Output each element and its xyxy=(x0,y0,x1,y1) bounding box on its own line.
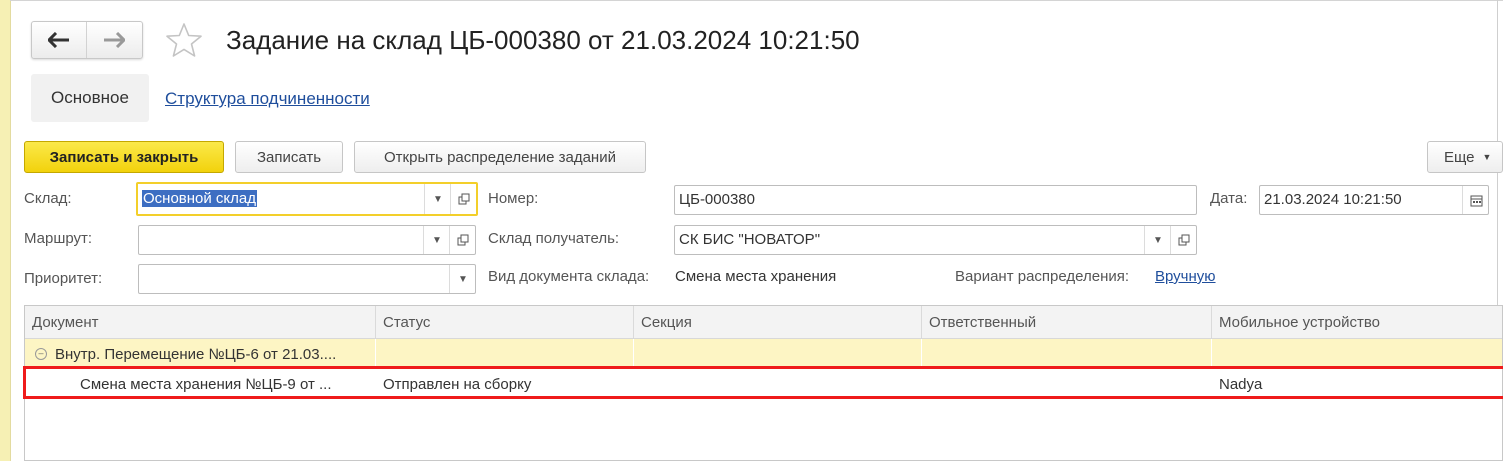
date-value: 21.03.2024 10:21:50 xyxy=(1264,191,1402,208)
red-highlight-frame xyxy=(23,366,1503,399)
distribution-label: Вариант распределения: xyxy=(955,268,1130,285)
recipient-warehouse-value: СК БИС "НОВАТОР" xyxy=(679,231,821,248)
priority-field[interactable]: ▼ xyxy=(138,264,476,294)
column-header-status[interactable]: Статус xyxy=(376,306,634,338)
arrow-left-icon xyxy=(48,32,69,48)
distribution-link[interactable]: Вручную xyxy=(1155,268,1216,285)
recipient-warehouse-field[interactable]: СК БИС "НОВАТОР" ▼ xyxy=(674,225,1197,255)
forward-button[interactable] xyxy=(86,22,141,58)
recipient-warehouse-label: Склад получатель: xyxy=(488,230,620,247)
chevron-down-icon: ▼ xyxy=(1153,234,1163,246)
warehouse-dropdown-button[interactable]: ▼ xyxy=(424,184,451,214)
calendar-icon xyxy=(1470,195,1482,206)
column-header-responsible[interactable]: Ответственный xyxy=(922,306,1212,338)
page-title: Задание на склад ЦБ-000380 от 21.03.2024… xyxy=(226,25,860,55)
route-open-button[interactable] xyxy=(449,226,476,254)
top-border xyxy=(10,0,1503,1)
row-status-cell xyxy=(376,339,634,369)
column-header-mobile-device[interactable]: Мобильное устройство xyxy=(1212,306,1503,338)
calendar-button[interactable] xyxy=(1462,186,1489,214)
date-field[interactable]: 21.03.2024 10:21:50 xyxy=(1259,185,1489,215)
warehouse-value: Основной склад xyxy=(142,190,258,207)
arrow-right-icon xyxy=(104,32,125,48)
priority-label: Приоритет: xyxy=(24,270,103,287)
open-copy-icon xyxy=(457,234,469,246)
route-field[interactable]: ▼ xyxy=(138,225,476,255)
number-label: Номер: xyxy=(488,190,539,207)
warehouse-open-button[interactable] xyxy=(450,184,477,214)
collapse-icon[interactable]: – xyxy=(35,348,47,360)
column-header-document[interactable]: Документ xyxy=(25,306,376,338)
tab-main[interactable]: Основное xyxy=(31,74,149,122)
star-icon xyxy=(166,23,202,57)
column-header-section[interactable]: Секция xyxy=(634,306,922,338)
row-device-cell xyxy=(1212,339,1503,369)
back-button[interactable] xyxy=(32,22,86,58)
document-type-label: Вид документа склада: xyxy=(488,268,650,285)
table-row-group[interactable]: – Внутр. Перемещение №ЦБ-6 от 21.03.... xyxy=(25,339,1502,369)
table-header: Документ Статус Секция Ответственный Моб… xyxy=(25,306,1502,339)
row-document-text: Внутр. Перемещение №ЦБ-6 от 21.03.... xyxy=(55,345,337,363)
date-label: Дата: xyxy=(1210,190,1248,207)
open-copy-icon xyxy=(1178,234,1190,246)
warehouse-field[interactable]: Основной склад ▼ xyxy=(136,182,478,216)
chevron-down-icon: ▼ xyxy=(458,273,468,285)
warehouse-label: Склад: xyxy=(24,190,72,207)
open-distribution-button[interactable]: Открыть распределение заданий xyxy=(354,141,646,173)
tab-subordination-structure[interactable]: Структура подчиненности xyxy=(165,89,370,109)
number-field[interactable]: ЦБ-000380 xyxy=(674,185,1197,215)
row-document-cell: – Внутр. Перемещение №ЦБ-6 от 21.03.... xyxy=(25,339,376,369)
chevron-down-icon: ▼ xyxy=(432,234,442,246)
route-label: Маршрут: xyxy=(24,230,93,247)
row-responsible-cell xyxy=(922,339,1212,369)
left-panel-strip xyxy=(0,0,11,461)
route-dropdown-button[interactable]: ▼ xyxy=(423,226,450,254)
recipient-open-button[interactable] xyxy=(1170,226,1197,254)
number-value: ЦБ-000380 xyxy=(679,191,755,208)
save-button[interactable]: Записать xyxy=(235,141,343,173)
document-type-value: Смена места хранения xyxy=(675,268,837,285)
chevron-down-icon: ▼ xyxy=(433,193,443,205)
priority-dropdown-button[interactable]: ▼ xyxy=(449,265,476,293)
favorite-button[interactable] xyxy=(164,22,204,58)
row-section-cell xyxy=(634,339,922,369)
more-button[interactable]: Еще ▼ xyxy=(1427,141,1503,173)
save-and-close-button[interactable]: Записать и закрыть xyxy=(24,141,224,173)
recipient-dropdown-button[interactable]: ▼ xyxy=(1144,226,1171,254)
open-copy-icon xyxy=(458,193,470,205)
chevron-down-icon: ▼ xyxy=(1482,152,1492,162)
more-button-label: Еще xyxy=(1444,148,1475,166)
nav-buttons xyxy=(31,21,143,59)
